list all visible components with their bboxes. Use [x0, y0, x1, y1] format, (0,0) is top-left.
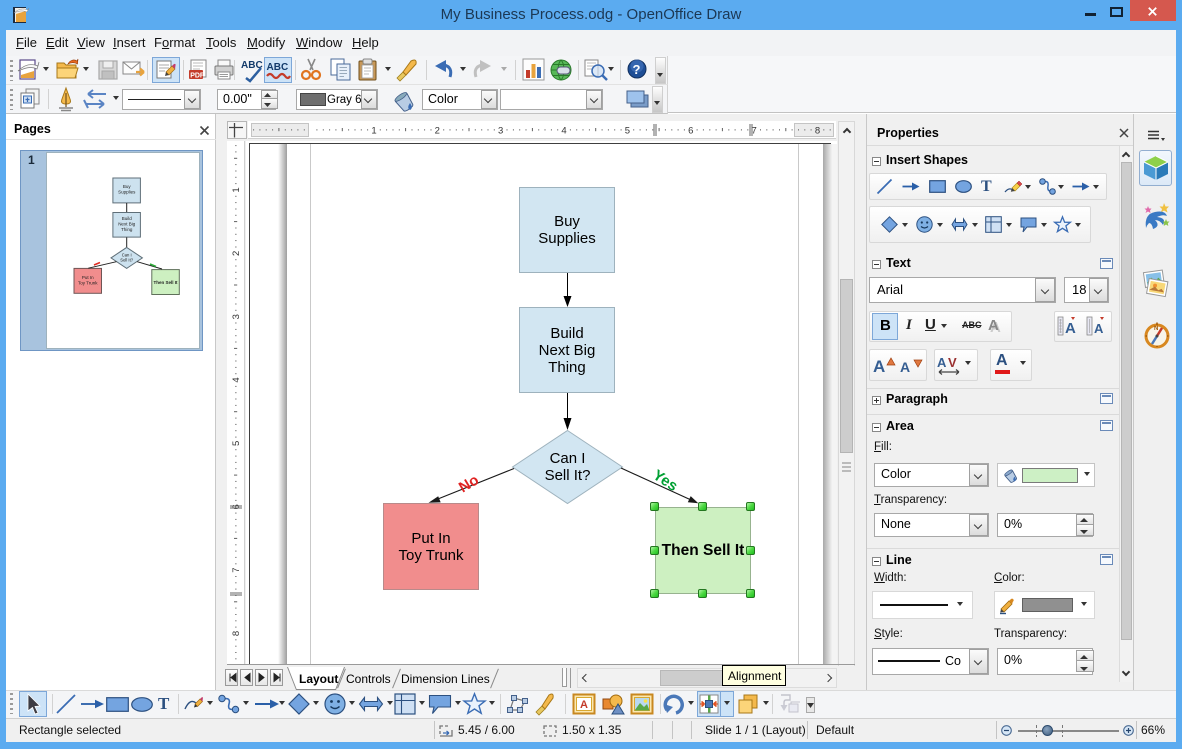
svg-text:Buy: Buy — [123, 184, 132, 189]
svg-text:Supplies: Supplies — [118, 190, 136, 195]
svg-text:Build: Build — [122, 216, 133, 221]
svg-text:2: 2 — [435, 126, 440, 137]
svg-text:A: A — [1094, 321, 1104, 336]
svg-text:A: A — [937, 355, 947, 370]
svg-text:1: 1 — [231, 187, 242, 192]
svg-text:6: 6 — [688, 126, 693, 137]
svg-text:N: N — [1154, 326, 1158, 332]
svg-text:1: 1 — [371, 126, 376, 137]
svg-text:Put In: Put In — [82, 275, 94, 280]
svg-text:Then Sell It: Then Sell It — [153, 280, 178, 285]
svg-text:8: 8 — [815, 126, 820, 137]
svg-text:8: 8 — [231, 631, 242, 636]
svg-text:A: A — [1065, 320, 1076, 337]
svg-text:?: ? — [633, 62, 641, 77]
svg-text:Thing: Thing — [121, 227, 133, 232]
svg-text:6: 6 — [231, 504, 242, 509]
svg-text:Sell It?: Sell It? — [120, 258, 133, 263]
svg-text:5: 5 — [231, 441, 242, 446]
svg-text:2: 2 — [231, 251, 242, 256]
svg-text:Toy Trunk: Toy Trunk — [78, 281, 98, 286]
svg-text:3: 3 — [498, 126, 503, 137]
svg-text:4: 4 — [231, 377, 242, 382]
svg-text:5: 5 — [625, 126, 630, 137]
svg-text:ABC: ABC — [267, 62, 289, 73]
svg-text:A: A — [900, 359, 910, 375]
svg-text:A: A — [873, 357, 885, 376]
svg-text:4: 4 — [561, 126, 566, 137]
svg-text:3: 3 — [231, 314, 242, 319]
svg-text:PDF: PDF — [190, 73, 205, 80]
svg-text:Next Big: Next Big — [118, 222, 136, 227]
svg-text:A: A — [580, 699, 588, 711]
svg-text:V: V — [948, 355, 957, 370]
svg-text:7: 7 — [231, 567, 242, 572]
